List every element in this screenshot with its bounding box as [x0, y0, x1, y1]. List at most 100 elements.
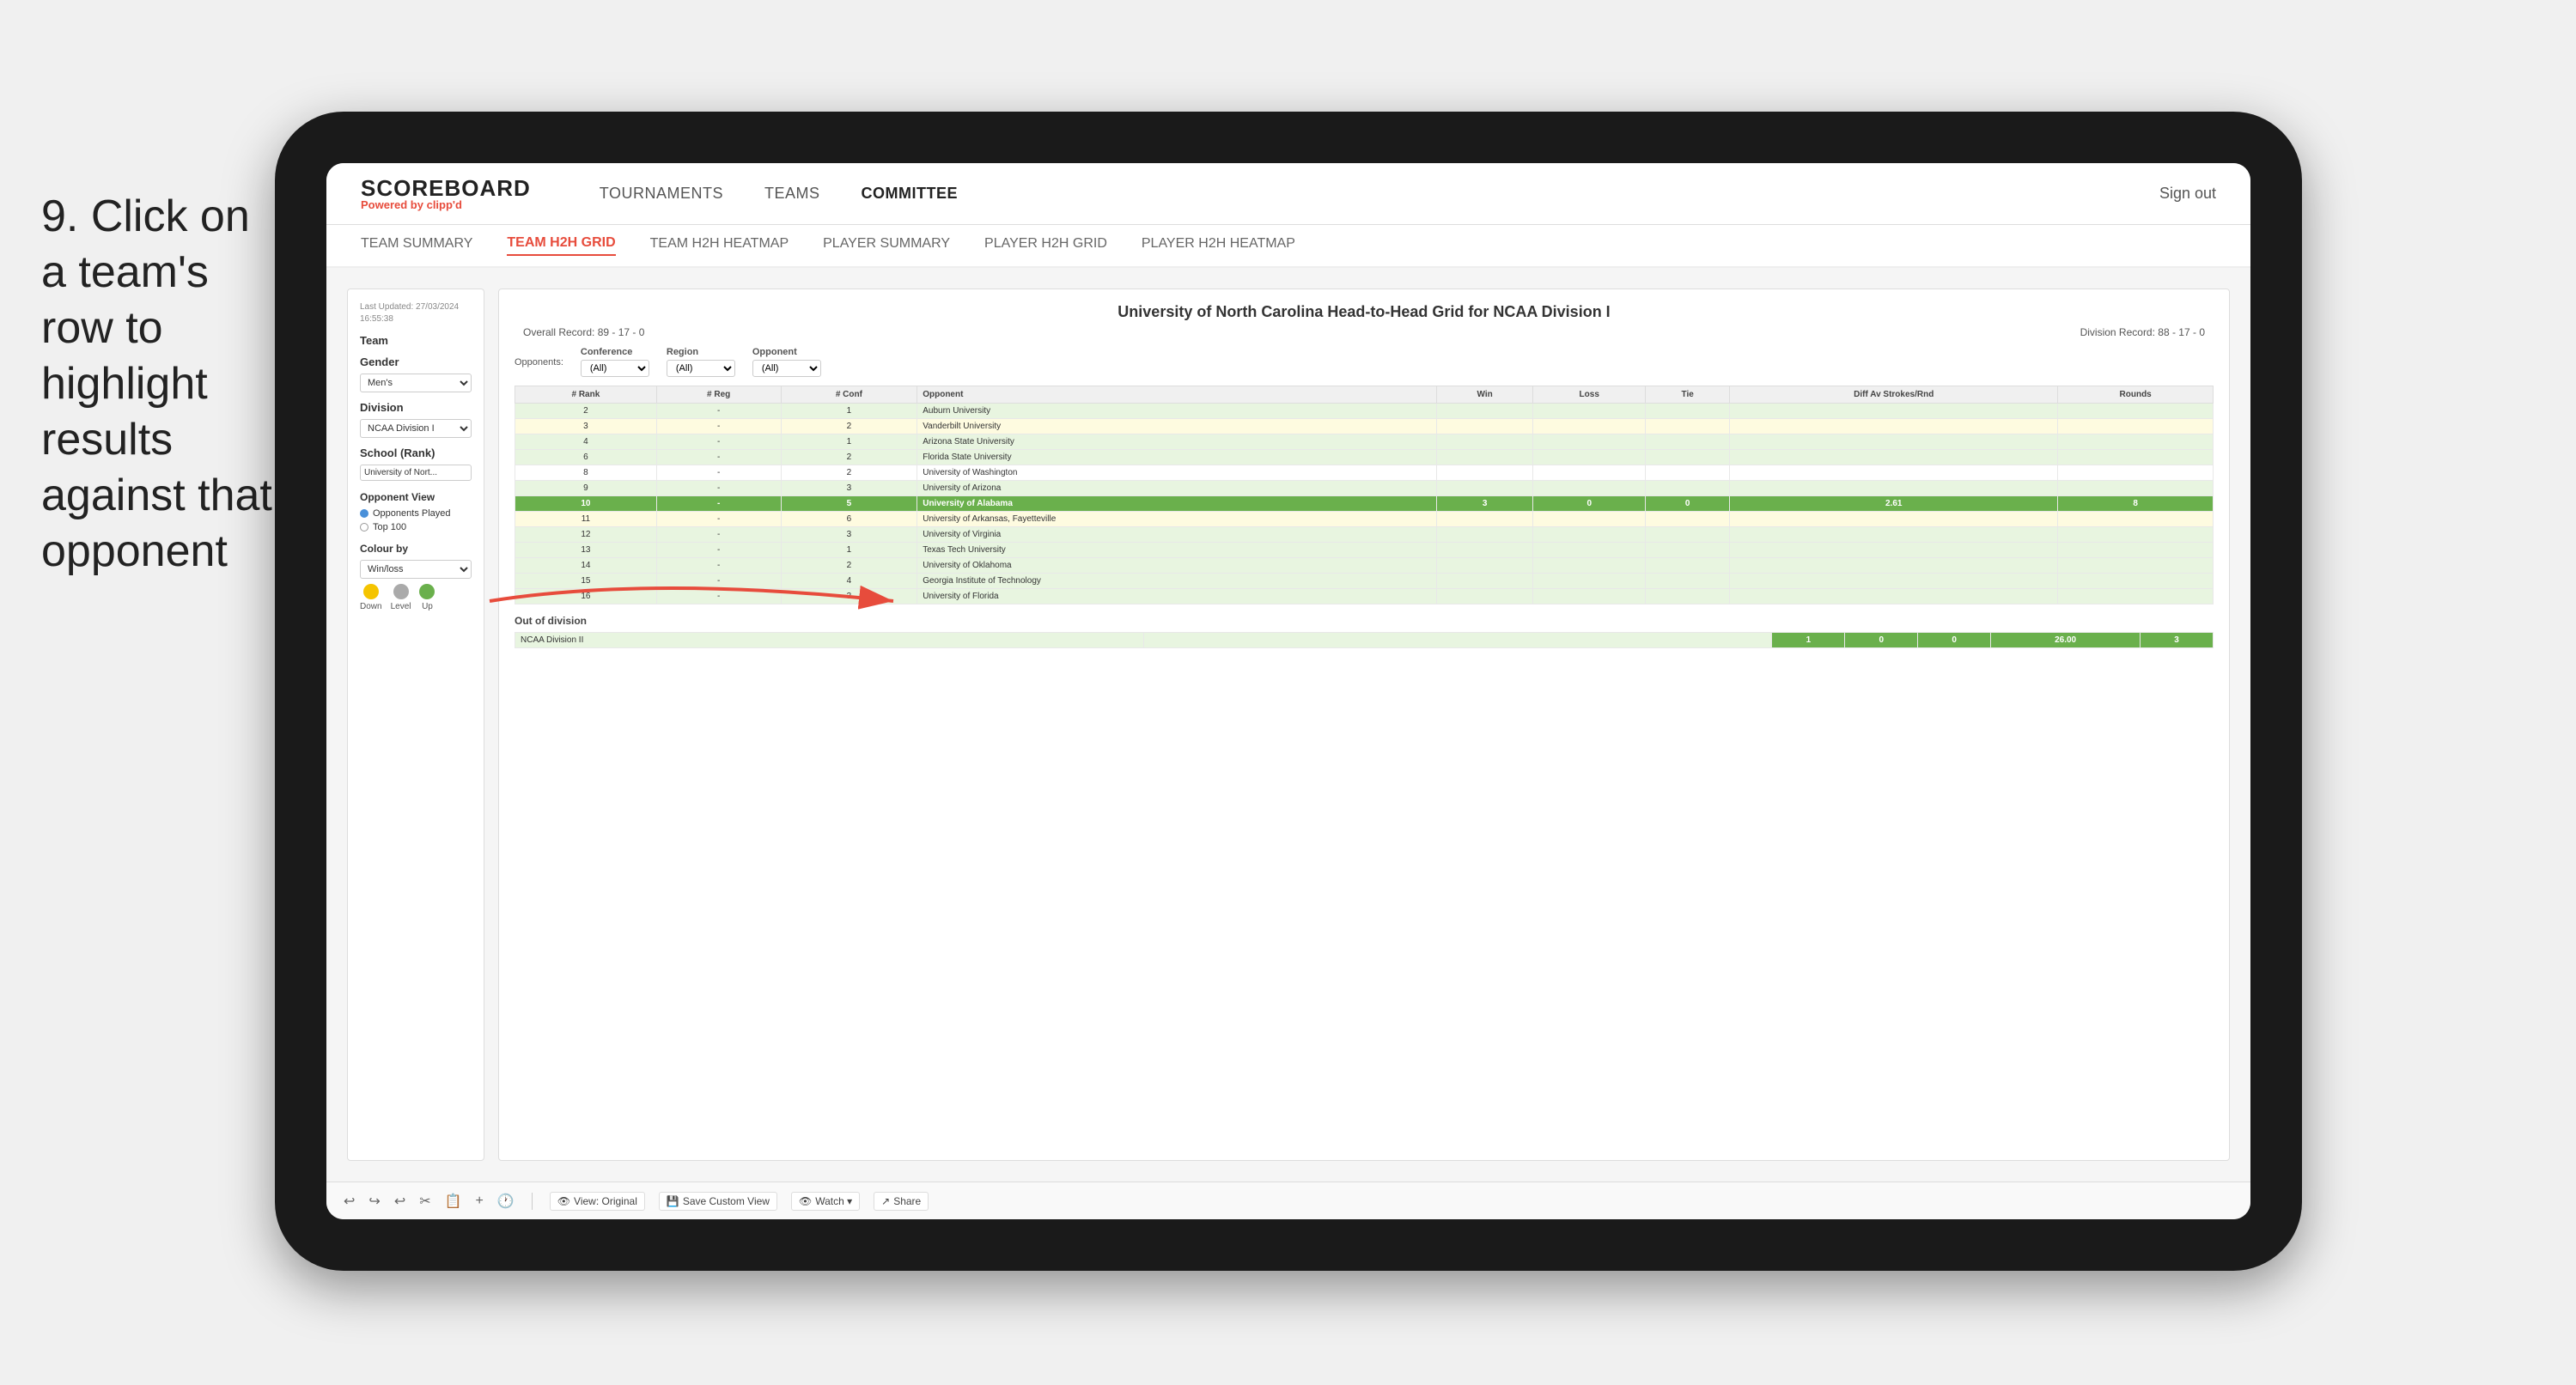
- opponent-view-label: Opponent View: [360, 491, 472, 503]
- ood-win: 1: [1772, 633, 1845, 648]
- table-row[interactable]: 4-1Arizona State University: [515, 434, 2214, 450]
- share-label: Share: [893, 1195, 921, 1207]
- back-icon[interactable]: ↩: [394, 1193, 405, 1210]
- legend-dot-up: [419, 584, 435, 599]
- legend: Down Level Up: [360, 584, 472, 611]
- table-row[interactable]: 3-2Vanderbilt University: [515, 419, 2214, 434]
- view-button[interactable]: 👁 View: Original: [550, 1192, 645, 1211]
- colour-by-select[interactable]: Win/loss: [360, 560, 472, 579]
- redo-icon[interactable]: ↪: [368, 1193, 380, 1210]
- legend-dot-down: [363, 584, 379, 599]
- tab-team-h2h-heatmap[interactable]: TEAM H2H HEATMAP: [650, 236, 789, 255]
- col-win: Win: [1436, 386, 1532, 404]
- col-diff: Diff Av Strokes/Rnd: [1730, 386, 2058, 404]
- nav-tournaments[interactable]: TOURNAMENTS: [600, 185, 723, 203]
- division-label: Division: [360, 401, 472, 414]
- logo-area: SCOREBOARD Powered by clipp'd: [361, 177, 531, 210]
- region-select[interactable]: (All): [667, 360, 735, 377]
- table-row[interactable]: 14-2University of Oklahoma: [515, 558, 2214, 574]
- tab-team-summary[interactable]: TEAM SUMMARY: [361, 236, 472, 255]
- tablet-screen: SCOREBOARD Powered by clipp'd TOURNAMENT…: [326, 163, 2250, 1219]
- save-custom-view-button[interactable]: 💾 Save Custom View: [659, 1192, 777, 1211]
- out-of-division: Out of division NCAA Division II 1 0 0 2…: [515, 615, 2214, 648]
- view-label: View: Original: [574, 1195, 637, 1207]
- gender-label: Gender: [360, 355, 472, 368]
- instruction-text: 9. Click on a team's row to highlight re…: [41, 189, 282, 580]
- grid-title: University of North Carolina Head-to-Hea…: [515, 303, 2214, 321]
- ood-diff: 26.00: [1991, 633, 2141, 648]
- ood-title: Out of division: [515, 615, 2214, 627]
- watch-button[interactable]: 👁 Watch ▾: [791, 1192, 860, 1211]
- watch-icon: 👁: [799, 1195, 812, 1207]
- radio-dot-opponents: [360, 509, 368, 518]
- logo-scoreboard: SCOREBOARD: [361, 177, 531, 199]
- ood-tie: 0: [1918, 633, 1991, 648]
- legend-dot-level: [393, 584, 409, 599]
- sign-in-link[interactable]: Sign out: [2159, 185, 2216, 203]
- conference-select[interactable]: (All): [581, 360, 649, 377]
- tab-player-h2h-grid[interactable]: PLAYER H2H GRID: [984, 236, 1107, 255]
- brand-name: clipp'd: [427, 198, 462, 211]
- school-value[interactable]: University of Nort...: [360, 465, 472, 481]
- eye-icon: 👁: [557, 1195, 570, 1207]
- h2h-table: # Rank # Reg # Conf Opponent Win Loss Ti…: [515, 386, 2214, 604]
- undo-icon[interactable]: ↩: [344, 1193, 355, 1210]
- legend-down: Down: [360, 584, 382, 611]
- clock-icon[interactable]: 🕐: [497, 1193, 515, 1210]
- ood-division: NCAA Division II: [515, 633, 1144, 648]
- share-button[interactable]: ↗ Share: [874, 1192, 929, 1211]
- col-reg: # Reg: [656, 386, 781, 404]
- col-rank: # Rank: [515, 386, 657, 404]
- timestamp: Last Updated: 27/03/2024 16:55:38: [360, 301, 472, 325]
- ood-row[interactable]: NCAA Division II 1 0 0 26.00 3: [515, 633, 2214, 648]
- overall-record: Overall Record: 89 - 17 - 0: [523, 326, 644, 338]
- opponent-filter: Opponent (All): [752, 347, 821, 377]
- table-row[interactable]: 8-2University of Washington: [515, 465, 2214, 481]
- bottom-toolbar: ↩ ↪ ↩ ✂ 📋 + 🕐 👁 View: Original 💾 Save Cu…: [326, 1182, 2250, 1219]
- nav-bar: SCOREBOARD Powered by clipp'd TOURNAMENT…: [326, 163, 2250, 225]
- logo-powered: Powered by clipp'd: [361, 199, 531, 210]
- toolbar-sep-1: [532, 1193, 533, 1210]
- ood-table: NCAA Division II 1 0 0 26.00 3: [515, 632, 2214, 648]
- table-row[interactable]: 11-6University of Arkansas, Fayetteville: [515, 512, 2214, 527]
- watch-label: Watch ▾: [815, 1195, 852, 1207]
- table-row[interactable]: 15-4Georgia Institute of Technology: [515, 574, 2214, 589]
- table-row[interactable]: 9-3University of Arizona: [515, 481, 2214, 496]
- legend-level: Level: [391, 584, 411, 611]
- share-icon: ↗: [881, 1195, 890, 1207]
- gender-select[interactable]: Men's: [360, 374, 472, 392]
- tab-player-h2h-heatmap[interactable]: PLAYER H2H HEATMAP: [1142, 236, 1295, 255]
- table-row[interactable]: 10-5University of Alabama3002.618: [515, 496, 2214, 512]
- radio-group: Opponents Played Top 100: [360, 508, 472, 532]
- table-row[interactable]: 16-3University of Florida: [515, 589, 2214, 604]
- col-loss: Loss: [1533, 386, 1646, 404]
- table-row[interactable]: 2-1Auburn University: [515, 404, 2214, 419]
- tab-player-summary[interactable]: PLAYER SUMMARY: [823, 236, 950, 255]
- table-row[interactable]: 12-3University of Virginia: [515, 527, 2214, 543]
- grid-area: University of North Carolina Head-to-Hea…: [498, 289, 2230, 1161]
- division-record: Division Record: 88 - 17 - 0: [2080, 326, 2205, 338]
- table-row[interactable]: 6-2Florida State University: [515, 450, 2214, 465]
- col-rounds: Rounds: [2058, 386, 2214, 404]
- opponent-select[interactable]: (All): [752, 360, 821, 377]
- opponents-label: Opponents:: [515, 357, 563, 368]
- radio-opponents-played[interactable]: Opponents Played: [360, 508, 472, 519]
- table-row[interactable]: 13-1Texas Tech University: [515, 543, 2214, 558]
- radio-top100[interactable]: Top 100: [360, 522, 472, 532]
- col-conf: # Conf: [781, 386, 917, 404]
- colour-by-label: Colour by: [360, 543, 472, 555]
- radio-dot-top100: [360, 523, 368, 532]
- add-icon[interactable]: +: [476, 1194, 484, 1209]
- conference-filter: Conference (All): [581, 347, 649, 377]
- nav-teams[interactable]: TEAMS: [764, 185, 820, 203]
- paste-icon[interactable]: 📋: [445, 1193, 462, 1210]
- nav-committee[interactable]: COMMITTEE: [862, 185, 959, 203]
- tab-team-h2h-grid[interactable]: TEAM H2H GRID: [507, 235, 615, 256]
- cut-icon[interactable]: ✂: [419, 1193, 430, 1210]
- division-select[interactable]: NCAA Division I: [360, 419, 472, 438]
- ood-rounds: 3: [2141, 633, 2214, 648]
- team-label: Team: [360, 334, 472, 347]
- tablet-frame: SCOREBOARD Powered by clipp'd TOURNAMENT…: [275, 112, 2302, 1271]
- school-label: School (Rank): [360, 446, 472, 459]
- legend-up: Up: [419, 584, 435, 611]
